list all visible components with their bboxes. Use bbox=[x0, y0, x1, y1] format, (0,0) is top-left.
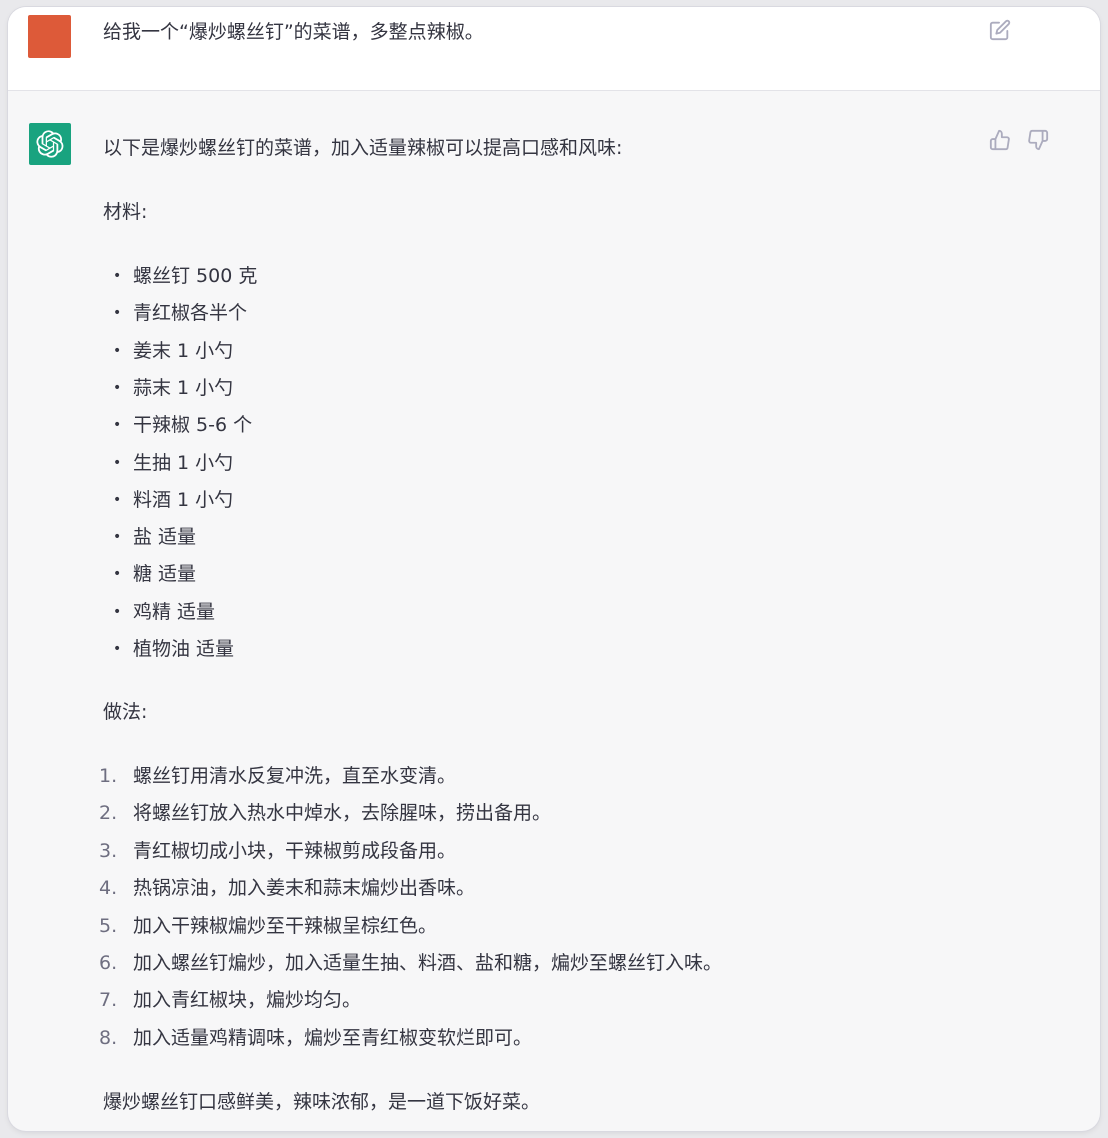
bullet-marker: • bbox=[113, 603, 122, 620]
user-avatar bbox=[28, 15, 71, 58]
list-item-text: 鸡精 适量 bbox=[133, 600, 216, 623]
bullet-marker: • bbox=[113, 342, 122, 359]
assistant-message: 以下是爆炒螺丝钉的菜谱，加入适量辣椒可以提高口感和风味: 材料: • 螺丝钉 50… bbox=[8, 91, 1100, 1131]
openai-logo-icon bbox=[36, 130, 64, 158]
intro-text: 以下是爆炒螺丝钉的菜谱，加入适量辣椒可以提高口感和风味: bbox=[103, 137, 623, 159]
list-number: 7. bbox=[99, 989, 118, 1012]
list-item-text: 加入青红椒块，煸炒均匀。 bbox=[133, 989, 362, 1012]
list-number: 6. bbox=[99, 952, 118, 974]
list-item-text: 料酒 1 小勺 bbox=[133, 488, 234, 511]
bullet-marker: • bbox=[113, 379, 122, 396]
assistant-avatar bbox=[29, 123, 71, 165]
materials-heading: 材料: bbox=[103, 201, 148, 223]
steps-heading: 做法: bbox=[103, 701, 148, 723]
list-item-text: 螺丝钉用清水反复冲洗，直至水变清。 bbox=[133, 765, 457, 787]
list-item-text: 干辣椒 5-6 个 bbox=[133, 414, 253, 437]
list-item-text: 生抽 1 小勺 bbox=[133, 451, 234, 474]
list-number: 1. bbox=[99, 765, 118, 787]
user-message: 给我一个“爆炒螺丝钉”的菜谱，多整点辣椒。 bbox=[8, 7, 1100, 91]
list-number: 3. bbox=[99, 839, 118, 862]
edit-icon[interactable] bbox=[989, 19, 1011, 41]
list-item-text: 青红椒切成小块，干辣椒剪成段备用。 bbox=[133, 839, 457, 862]
bullet-marker: • bbox=[113, 417, 122, 434]
bullet-marker: • bbox=[113, 566, 122, 583]
list-item-text: 将螺丝钉放入热水中焯水，去除腥味，捞出备用。 bbox=[133, 802, 552, 825]
user-message-text: 给我一个“爆炒螺丝钉”的菜谱，多整点辣椒。 bbox=[103, 21, 484, 43]
list-item-text: 青红椒各半个 bbox=[133, 302, 248, 325]
thumbs-up-icon[interactable] bbox=[989, 129, 1011, 151]
list-item-text: 盐 适量 bbox=[133, 526, 197, 549]
closing-text: 爆炒螺丝钉口感鲜美，辣味浓郁，是一道下饭好菜。 bbox=[103, 1091, 541, 1113]
list-number: 2. bbox=[99, 802, 118, 825]
list-item-text: 植物油 适量 bbox=[133, 638, 235, 660]
list-number: 4. bbox=[99, 877, 118, 900]
thumbs-down-icon[interactable] bbox=[1027, 129, 1049, 151]
bullet-marker: • bbox=[113, 454, 122, 471]
bullet-marker: • bbox=[113, 305, 122, 322]
list-number: 8. bbox=[99, 1026, 118, 1049]
bullet-marker: • bbox=[113, 491, 122, 508]
bullet-marker: • bbox=[113, 641, 122, 657]
list-item-text: 蒜末 1 小勺 bbox=[133, 376, 234, 399]
chat-window: 给我一个“爆炒螺丝钉”的菜谱，多整点辣椒。 以下是爆炒螺丝钉的菜谱，加入适量辣椒… bbox=[8, 7, 1100, 1131]
list-item-text: 螺丝钉 500 克 bbox=[133, 265, 258, 287]
bullet-marker: • bbox=[113, 529, 122, 546]
list-item-text: 加入干辣椒煸炒至干辣椒呈棕红色。 bbox=[133, 914, 438, 937]
list-item-text: 姜末 1 小勺 bbox=[133, 339, 234, 362]
list-item-text: 糖 适量 bbox=[133, 563, 197, 586]
list-number: 5. bbox=[99, 914, 118, 937]
bullet-marker: • bbox=[113, 268, 122, 284]
list-item-text: 加入适量鸡精调味，煸炒至青红椒变软烂即可。 bbox=[133, 1026, 533, 1049]
list-item-text: 热锅凉油，加入姜末和蒜末煸炒出香味。 bbox=[133, 877, 476, 900]
list-item-text: 加入螺丝钉煸炒，加入适量生抽、料酒、盐和糖，煸炒至螺丝钉入味。 bbox=[133, 952, 723, 974]
